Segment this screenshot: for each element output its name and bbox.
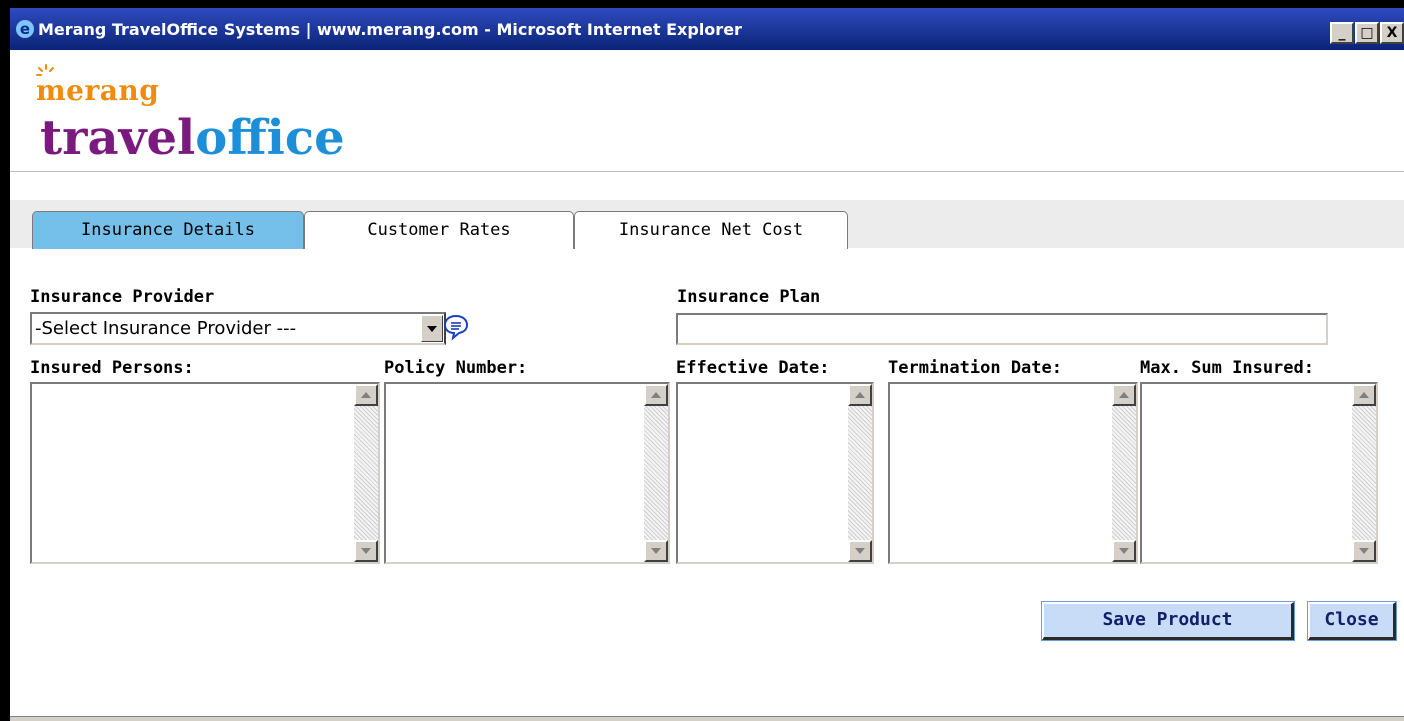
header-divider — [10, 171, 1404, 172]
scrollbar[interactable] — [1112, 384, 1136, 562]
title-bar[interactable]: e Merang TravelOffice Systems | www.mera… — [10, 8, 1404, 50]
effective-date-label: Effective Date: — [676, 358, 830, 378]
insurance-provider-select[interactable]: -Select Insurance Provider --- — [30, 312, 446, 345]
scroll-up-icon[interactable] — [1112, 384, 1136, 406]
scrollbar[interactable] — [354, 384, 378, 562]
tab-insurance-net-cost[interactable]: Insurance Net Cost — [574, 211, 848, 249]
scroll-up-icon[interactable] — [354, 384, 378, 406]
scroll-down-icon[interactable] — [354, 540, 378, 562]
max-sum-insured-textarea[interactable] — [1140, 382, 1378, 564]
insured-persons-label: Insured Persons: — [30, 358, 194, 378]
window-title: Merang TravelOffice Systems | www.merang… — [38, 20, 742, 39]
scroll-down-icon[interactable] — [1352, 540, 1376, 562]
scroll-up-icon[interactable] — [848, 384, 872, 406]
scrollbar[interactable] — [1352, 384, 1376, 562]
scroll-up-icon[interactable] — [644, 384, 668, 406]
maximize-button[interactable]: □ — [1355, 22, 1379, 44]
policy-number-textarea[interactable] — [384, 382, 670, 564]
policy-number-label: Policy Number: — [384, 358, 528, 378]
close-button[interactable]: Close — [1307, 601, 1397, 641]
insurance-provider-value: -Select Insurance Provider --- — [35, 318, 297, 339]
scroll-down-icon[interactable] — [1112, 540, 1136, 562]
logo-traveloffice: traveloffice — [40, 110, 345, 166]
insured-persons-textarea[interactable] — [30, 382, 380, 564]
window-close-button[interactable]: X — [1380, 22, 1404, 44]
insurance-provider-label: Insurance Provider — [30, 287, 215, 307]
logo-travel-text: travel — [40, 110, 196, 166]
logo-office-text: office — [195, 110, 345, 166]
minimize-button[interactable]: _ — [1330, 22, 1354, 44]
termination-date-label: Termination Date: — [888, 358, 1062, 378]
ie-icon[interactable]: e — [16, 20, 34, 38]
save-product-button[interactable]: Save Product — [1041, 601, 1295, 641]
tab-customer-rates[interactable]: Customer Rates — [304, 211, 574, 249]
termination-date-textarea[interactable] — [888, 382, 1138, 564]
scroll-down-icon[interactable] — [644, 540, 668, 562]
tab-insurance-details[interactable]: Insurance Details — [32, 211, 304, 249]
insurance-plan-input[interactable] — [676, 313, 1328, 345]
scroll-up-icon[interactable] — [1352, 384, 1376, 406]
effective-date-textarea[interactable] — [676, 382, 874, 564]
chevron-down-icon[interactable] — [421, 315, 443, 342]
scrollbar[interactable] — [848, 384, 872, 562]
max-sum-insured-label: Max. Sum Insured: — [1140, 358, 1314, 378]
status-bar — [10, 716, 1404, 721]
insurance-plan-label: Insurance Plan — [677, 287, 821, 307]
scrollbar[interactable] — [644, 384, 668, 562]
scroll-down-icon[interactable] — [848, 540, 872, 562]
browser-window: e Merang TravelOffice Systems | www.mera… — [10, 8, 1404, 721]
speech-bubble-icon[interactable] — [442, 313, 470, 341]
logo-merang: merang — [36, 74, 160, 107]
